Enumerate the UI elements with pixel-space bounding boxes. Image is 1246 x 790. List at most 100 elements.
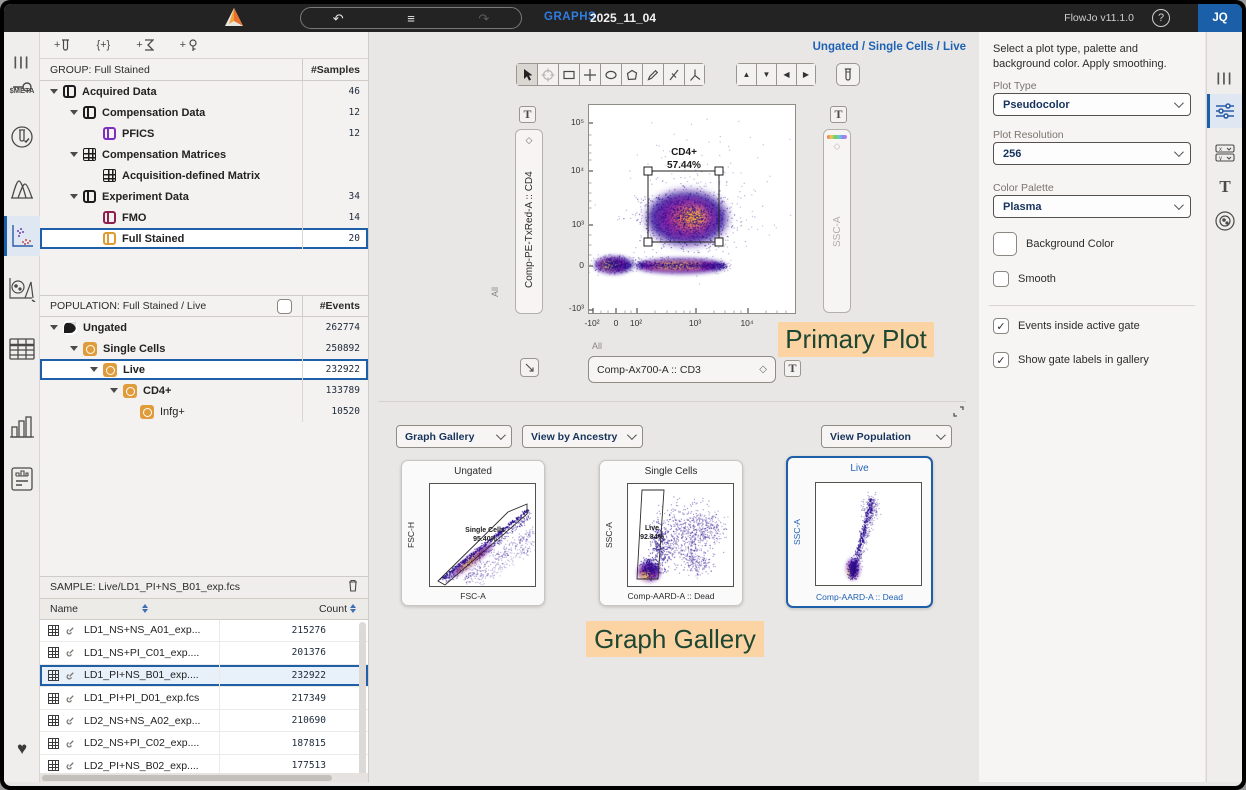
y-axis-text-button[interactable]: T [519,106,536,123]
count-column-header[interactable]: Count [319,603,347,615]
group-tree-item[interactable]: Acquisition-defined Matrix [40,165,368,186]
help-button[interactable]: ? [1152,9,1170,27]
primary-plot-canvas[interactable]: CD4+57.44% [588,104,796,314]
sample-tube-button[interactable] [836,63,860,86]
group-tree-item[interactable]: Compensation Data12 [40,102,368,123]
arrow-left-button[interactable]: ◀ [776,63,796,86]
name-sort-icon[interactable] [142,604,148,613]
axis-transform-icon[interactable]: ◇ [759,364,767,375]
user-avatar[interactable]: JQ [1198,4,1242,32]
group-tree-item[interactable]: Acquired Data46 [40,81,368,102]
view-by-dropdown[interactable]: View by Ancestry [522,425,643,448]
layout-editor-icon[interactable] [4,462,40,496]
magnetic-gate-tool-button[interactable] [537,63,558,86]
quad-gate-tool-button[interactable] [579,63,600,86]
plot-type-dropdown[interactable]: Pseudocolor [993,93,1191,116]
expand-gallery-icon[interactable] [953,406,964,420]
smooth-checkbox[interactable] [993,271,1009,287]
disclosure-toggle[interactable] [50,89,58,94]
background-color-label: Background Color [1026,238,1114,250]
sample-row[interactable]: LD1_NS+NS_A01_exp...215276 [40,620,368,643]
group-tree-item-selected[interactable]: Full Stained20 [40,228,368,249]
group-icon [83,190,96,203]
plot-resolution-dropdown[interactable]: 256 [993,142,1191,165]
secondary-axis-selector[interactable]: ◇ SSC-A [823,129,851,313]
sample-row-selected[interactable]: LD1_PI+NS_B01_exp....232922 [40,665,368,688]
disclosure-toggle[interactable] [70,194,78,199]
collapse-settings-icon[interactable]: ||| [1207,60,1242,94]
rectangle-gate-tool-button[interactable] [558,63,579,86]
arrow-up-button[interactable]: ▲ [736,63,756,86]
chart-editor-icon[interactable] [4,410,40,444]
axis-transform-icon[interactable]: ◇ [526,135,533,146]
disclosure-toggle[interactable] [70,110,78,115]
favorites-heart-icon[interactable]: ♥ [4,732,40,766]
y-tick: 10⁵ [548,117,584,127]
y-axis-selector[interactable]: ◇ Comp-PE-TxRed-A :: CD4 [515,129,543,314]
sample-row[interactable]: LD1_NS+PI_C01_exp....201376 [40,642,368,665]
qc-tube-icon[interactable] [4,120,40,154]
population-tree-item[interactable]: CD4+133789 [40,380,368,401]
arrow-right-button[interactable]: ▶ [796,63,816,86]
view-population-dropdown[interactable]: View Population [821,425,952,448]
background-color-swatch[interactable] [993,232,1017,256]
arrow-down-button[interactable]: ▼ [756,63,776,86]
group-tree-item[interactable]: PFICS12 [40,123,368,144]
table-editor-icon[interactable] [4,332,40,366]
gate-options-icon[interactable] [1207,204,1242,238]
population-checkbox[interactable] [277,299,292,314]
add-sample-button[interactable]: + [54,39,70,52]
count-sort-icon[interactable] [350,604,356,613]
plot-resolution-label: Plot Resolution [993,129,1064,141]
sample-row[interactable]: LD2_PI+NS_B02_exp....177513 [40,755,368,773]
population-tree-item[interactable]: Infg+10520 [40,401,368,422]
show-gate-labels-checkbox[interactable]: ✓ [993,352,1009,368]
ellipse-gate-tool-button[interactable] [600,63,621,86]
events-inside-gate-checkbox[interactable]: ✓ [993,318,1009,334]
trash-icon[interactable] [348,579,358,595]
polygon-gate-tool-button[interactable] [621,63,642,86]
gallery-mode-dropdown[interactable]: Graph Gallery [396,425,512,448]
vertical-scrollbar[interactable] [359,622,366,774]
population-tree-item[interactable]: Single Cells250892 [40,338,368,359]
x-tick: 10² [616,318,656,328]
resize-plot-icon[interactable] [520,358,539,377]
add-group-button[interactable]: {+} [96,39,110,51]
gallery-thumb-live-selected[interactable]: Live SSC-A Comp-AARD-A :: Dead [786,456,933,608]
population-tree-item-selected[interactable]: Live232922 [40,359,368,380]
pencil-gate-tool-button[interactable] [642,63,663,86]
gallery-thumb-ungated[interactable]: Ungated FSC-H Single Cells95.40% FSC-A [401,460,545,606]
bisector-tool-button[interactable] [663,63,684,86]
name-column-header[interactable]: Name [50,603,78,615]
add-keyword-button[interactable]: + [180,39,199,52]
x-axis-selector[interactable]: Comp-Ax700-A :: CD3 ◇ [588,356,776,383]
horizontal-scrollbar[interactable] [40,773,368,782]
add-statistic-button[interactable]: + [136,39,153,51]
histogram-view-icon[interactable] [4,172,40,206]
disclosure-toggle[interactable] [110,388,118,393]
disclosure-toggle[interactable] [70,152,78,157]
sample-row[interactable]: LD2_NS+NS_A02_exp...210690 [40,710,368,733]
population-tree-item[interactable]: Ungated262774 [40,317,368,338]
trisector-tool-button[interactable] [684,63,705,86]
plot-settings-icon[interactable] [1207,94,1242,128]
gallery-thumb-single-cells[interactable]: Single Cells SSC-A Live92.84% Comp-AARD-… [599,460,743,606]
breadcrumb[interactable]: Ungated / Single Cells / Live [813,41,966,53]
gate-label[interactable]: CD4+57.44% [649,147,719,172]
select-tool-button[interactable] [516,63,537,86]
secondary-axis-text-button[interactable]: T [830,106,847,123]
sample-row[interactable]: LD1_PI+PI_D01_exp.fcs217349 [40,687,368,710]
text-options-icon[interactable]: T [1207,170,1242,204]
group-tree-item[interactable]: FMO14 [40,207,368,228]
sample-row[interactable]: LD2_NS+PI_C02_exp....187815 [40,732,368,755]
x-axis-text-button[interactable]: T [784,360,801,377]
axis-options-icon[interactable]: xy [1207,136,1242,170]
disclosure-toggle[interactable] [70,346,78,351]
gating-tools-icon[interactable] [4,272,40,306]
disclosure-toggle[interactable] [90,367,98,372]
group-tree-item[interactable]: Experiment Data34 [40,186,368,207]
color-palette-dropdown[interactable]: Plasma [993,195,1191,218]
group-tree-item[interactable]: Compensation Matrices [40,144,368,165]
disclosure-toggle[interactable] [50,325,58,330]
graphs-view-icon[interactable] [4,216,40,256]
